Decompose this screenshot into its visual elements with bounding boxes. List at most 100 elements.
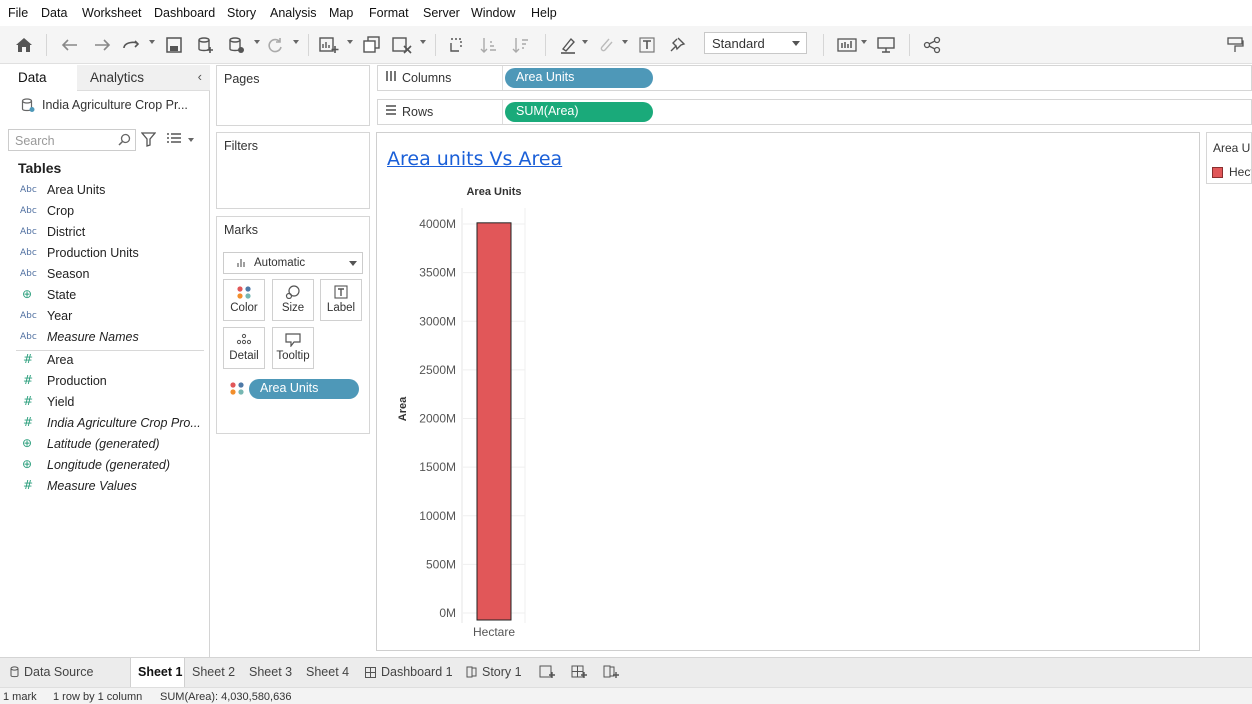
field-item[interactable]: # Production (0, 372, 208, 392)
menu-story[interactable]: Story (227, 6, 256, 20)
chevron-down-icon[interactable] (149, 40, 155, 44)
chevron-down-icon[interactable] (622, 40, 628, 44)
mark-type-select[interactable]: Automatic (223, 252, 363, 274)
legend-item-label[interactable]: Hectare (1229, 165, 1251, 179)
menu-dashboard[interactable]: Dashboard (154, 6, 215, 20)
field-item[interactable]: # Yield (0, 393, 208, 413)
chevron-down-icon[interactable] (582, 40, 588, 44)
tooltip-button[interactable]: Tooltip (272, 327, 314, 369)
menu-help[interactable]: Help (531, 6, 557, 20)
highlight-icon[interactable] (557, 34, 579, 56)
menu-file[interactable]: File (8, 6, 28, 20)
chevron-down-icon[interactable] (254, 40, 260, 44)
field-item[interactable]: # India Agriculture Crop Pro... (0, 414, 208, 434)
bar[interactable] (476, 222, 512, 621)
refresh-icon[interactable] (264, 34, 286, 56)
sort-ascending-icon[interactable] (478, 34, 500, 56)
show-me-fit-select[interactable]: Standard (704, 32, 807, 54)
undo-icon[interactable] (59, 34, 81, 56)
columns-pill-area-units[interactable]: Area Units (505, 68, 653, 88)
collapse-pane-icon[interactable]: ‹ (198, 69, 202, 84)
menu-format[interactable]: Format (369, 6, 409, 20)
presentation-mode-icon[interactable] (875, 34, 897, 56)
tab-dashboard-1-label: Dashboard 1 (381, 665, 453, 679)
menu-server[interactable]: Server (423, 6, 460, 20)
field-item[interactable]: ⊕ Latitude (generated) (0, 435, 208, 455)
menu-window[interactable]: Window (471, 6, 515, 20)
tab-dashboard-1[interactable]: Dashboard 1 (365, 658, 457, 687)
chevron-down-icon[interactable] (861, 40, 867, 44)
field-item[interactable]: Abc Production Units (0, 244, 208, 264)
fix-axes-icon[interactable] (666, 34, 688, 56)
color-button[interactable]: Color (223, 279, 265, 321)
tab-sheet-4[interactable]: Sheet 4 (306, 658, 356, 687)
field-item[interactable]: ⊕ State (0, 286, 208, 306)
field-item[interactable]: Abc Season (0, 265, 208, 285)
y-tick-label: 2000M (419, 412, 456, 426)
y-axis-label: Area (397, 396, 409, 421)
color-dots-icon (229, 381, 245, 398)
pages-card[interactable]: Pages (216, 65, 370, 126)
datasource-options-icon[interactable] (225, 34, 247, 56)
detail-button[interactable]: Detail (223, 327, 265, 369)
menu-map[interactable]: Map (329, 6, 353, 20)
color-dots-icon (224, 280, 264, 302)
duplicate-sheet-icon[interactable] (361, 34, 383, 56)
label-button[interactable]: Label (320, 279, 362, 321)
show-mark-labels-icon[interactable] (636, 34, 658, 56)
field-item[interactable]: Abc District (0, 223, 208, 243)
view-list-icon[interactable] (167, 133, 181, 148)
field-item[interactable]: Abc Crop (0, 202, 208, 222)
globe-icon: ⊕ (22, 287, 33, 301)
size-button[interactable]: Size (272, 279, 314, 321)
format-painter-icon[interactable] (1224, 34, 1246, 56)
filters-card[interactable]: Filters (216, 132, 370, 209)
new-datasource-icon[interactable] (194, 34, 216, 56)
field-item[interactable]: Abc Area Units (0, 181, 208, 201)
save-icon[interactable] (163, 34, 185, 56)
menu-worksheet[interactable]: Worksheet (82, 6, 142, 20)
tab-sheet-1[interactable]: Sheet 1 (130, 658, 185, 687)
tab-data[interactable]: Data (0, 65, 77, 91)
sort-descending-icon[interactable] (510, 34, 532, 56)
new-story-tab-icon[interactable] (603, 658, 621, 687)
show-cards-icon[interactable] (836, 34, 858, 56)
field-item[interactable]: Abc Year (0, 307, 208, 327)
story-icon (466, 666, 477, 681)
new-worksheet-icon[interactable] (318, 34, 340, 56)
rows-shelf[interactable]: Rows SUM(Area) (377, 99, 1252, 125)
field-item[interactable]: Abc Measure Names (0, 328, 208, 348)
new-worksheet-tab-icon[interactable] (539, 658, 557, 687)
share-icon[interactable] (921, 34, 943, 56)
clear-sheet-icon[interactable] (391, 34, 413, 56)
group-members-icon[interactable] (595, 34, 617, 56)
menu-analysis[interactable]: Analysis (270, 6, 317, 20)
tab-sheet-3[interactable]: Sheet 3 (249, 658, 299, 687)
field-label: Production Units (47, 246, 139, 260)
redo-icon[interactable] (91, 34, 113, 56)
color-pill-area-units[interactable]: Area Units (249, 379, 359, 399)
columns-shelf[interactable]: Columns Area Units (377, 65, 1252, 91)
chevron-down-icon[interactable] (293, 40, 299, 44)
redirect-icon[interactable] (121, 34, 143, 56)
swap-rows-columns-icon[interactable] (446, 34, 468, 56)
menu-data[interactable]: Data (41, 6, 67, 20)
field-item[interactable]: # Measure Values (0, 477, 208, 497)
chevron-down-icon[interactable] (188, 138, 194, 142)
rows-pill-sum-area[interactable]: SUM(Area) (505, 102, 653, 122)
new-dashboard-tab-icon[interactable] (571, 658, 589, 687)
tab-data-source[interactable]: Data Source (0, 658, 125, 687)
tab-story-1[interactable]: Story 1 (466, 658, 528, 687)
string-type-icon: Abc (20, 311, 37, 321)
filter-icon[interactable] (140, 132, 157, 150)
field-item[interactable]: ⊕ Longitude (generated) (0, 456, 208, 476)
chevron-down-icon[interactable] (347, 40, 353, 44)
search-input[interactable]: Search (8, 129, 136, 151)
tab-sheet-2[interactable]: Sheet 2 (192, 658, 242, 687)
datasource-item[interactable]: India Agriculture Crop Pr... (0, 95, 208, 117)
home-icon[interactable] (13, 34, 35, 56)
field-item[interactable]: # Area (0, 351, 208, 371)
legend-swatch[interactable] (1212, 167, 1223, 178)
chevron-down-icon[interactable] (420, 40, 426, 44)
tab-analytics[interactable]: Analytics ‹ (77, 65, 210, 91)
